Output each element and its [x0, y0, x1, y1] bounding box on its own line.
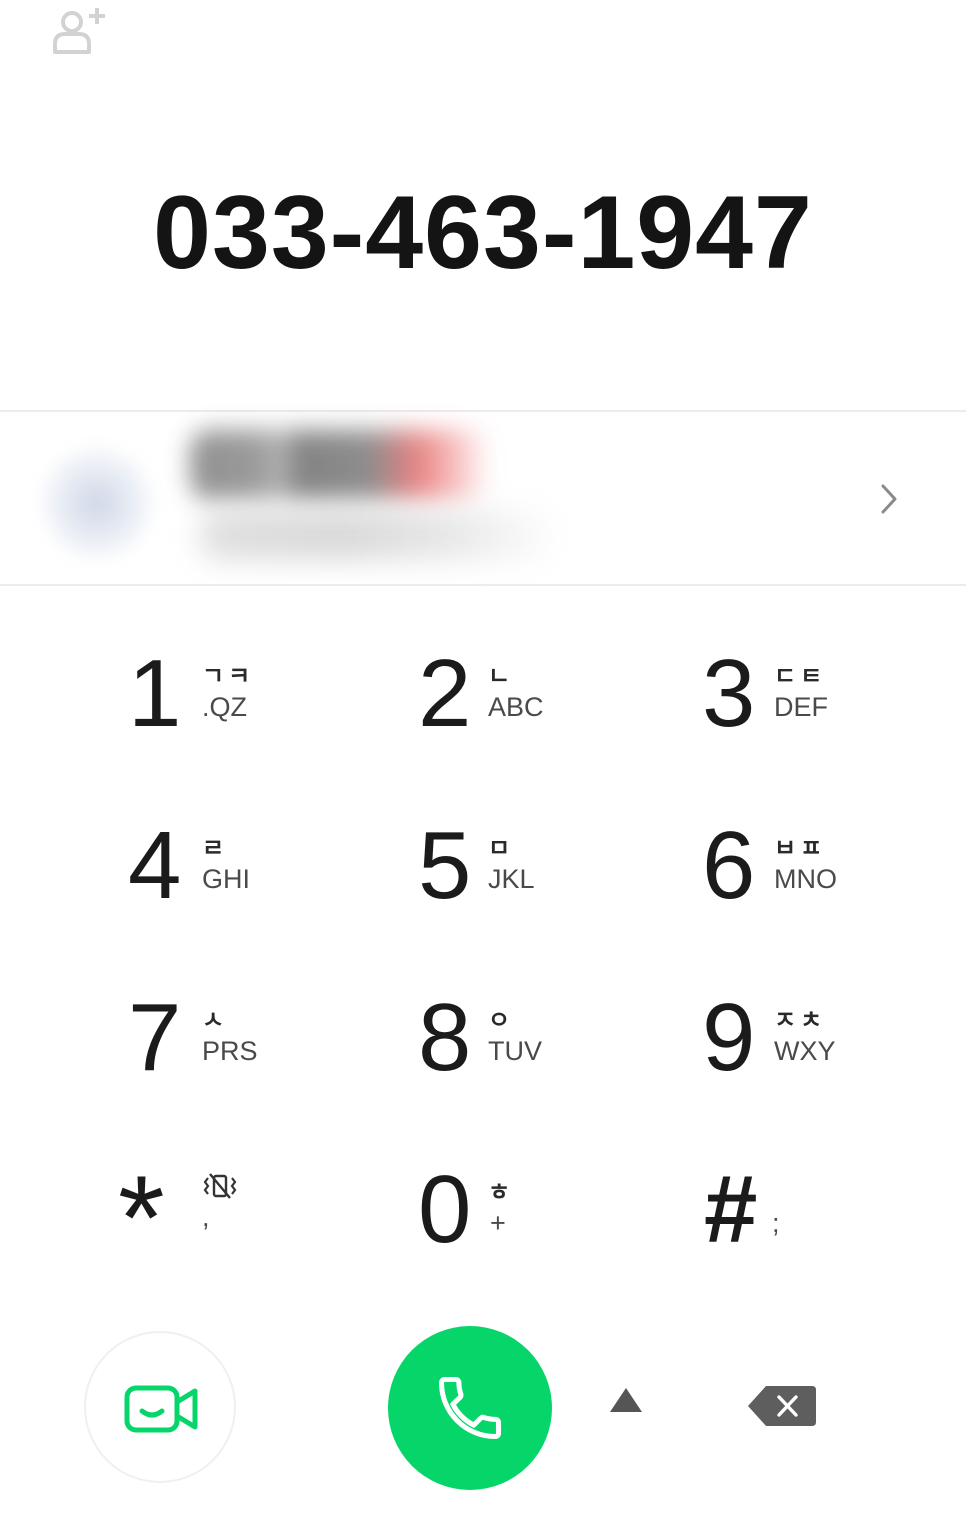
backspace-button[interactable]: [744, 1380, 820, 1434]
video-call-icon: [124, 1385, 198, 1433]
key-8[interactable]: 8 ㅇ TUV: [418, 990, 658, 1120]
chevron-right-icon: [881, 484, 897, 514]
video-call-button[interactable]: [84, 1331, 236, 1483]
key-letters: DEF: [774, 692, 828, 722]
add-contact-button[interactable]: [50, 4, 110, 58]
key-hash[interactable]: # ;: [704, 1162, 944, 1292]
key-digit: 7: [128, 984, 182, 1091]
key-korean: ㅁ: [488, 834, 515, 862]
key-1[interactable]: 1 ㄱㅋ .QZ: [128, 646, 368, 776]
suggestion-chevron[interactable]: [874, 482, 904, 516]
key-2[interactable]: 2 ㄴ ABC: [418, 646, 658, 776]
key-letters: MNO: [774, 864, 837, 894]
key-digit: 1: [128, 640, 182, 747]
key-9[interactable]: 9 ㅈㅊ WXY: [702, 990, 942, 1120]
key-0[interactable]: 0 ㅎ +: [418, 1162, 658, 1292]
key-digit: 5: [418, 812, 472, 919]
key-digit: *: [118, 1151, 165, 1285]
key-letters: .QZ: [202, 692, 247, 722]
divider: [0, 584, 966, 586]
key-6[interactable]: 6 ㅂㅍ MNO: [702, 818, 942, 948]
key-5[interactable]: 5 ㅁ JKL: [418, 818, 658, 948]
key-korean: ㄱㅋ: [202, 662, 255, 690]
key-letters: +: [490, 1208, 506, 1238]
key-letters: TUV: [488, 1036, 542, 1066]
dialer-screen: 033-463-1947 1 ㄱㅋ .QZ 2 ㄴ ABC 3 ㄷㅌ DEF 4…: [0, 0, 966, 1535]
key-letters: ;: [772, 1208, 780, 1238]
key-korean: ㄴ: [488, 662, 515, 690]
key-letters: ABC: [488, 692, 544, 722]
dialed-number: 033-463-1947: [153, 175, 813, 291]
key-7[interactable]: 7 ㅅ PRS: [128, 990, 368, 1120]
key-korean: ㅂㅍ: [774, 834, 827, 862]
key-digit: 9: [702, 984, 756, 1091]
expand-button[interactable]: [598, 1380, 654, 1424]
key-4[interactable]: 4 ㄹ GHI: [128, 818, 368, 948]
key-letters: GHI: [202, 864, 251, 894]
suggestion-name-blurred: [190, 430, 490, 500]
key-digit: 8: [418, 984, 472, 1091]
key-letters: ,: [202, 1202, 210, 1232]
key-digit: #: [704, 1156, 758, 1263]
key-3[interactable]: 3 ㄷㅌ DEF: [702, 646, 942, 776]
call-button[interactable]: [388, 1326, 552, 1490]
divider: [0, 410, 966, 412]
backspace-icon: [748, 1386, 816, 1426]
key-letters: JKL: [488, 864, 535, 894]
key-korean: ㅈㅊ: [774, 1006, 827, 1034]
key-digit: 3: [702, 640, 756, 747]
suggestion-avatar: [42, 448, 152, 558]
vibrate-off-icon: [203, 1173, 237, 1199]
key-korean: ㄷㅌ: [774, 662, 827, 690]
phone-icon: [438, 1376, 502, 1440]
key-letters: WXY: [774, 1036, 836, 1066]
triangle-up-icon: [610, 1388, 642, 1412]
key-korean: ㅅ: [202, 1006, 229, 1034]
key-digit: 2: [418, 640, 472, 747]
key-digit: 4: [128, 812, 182, 919]
key-star[interactable]: * ,: [118, 1158, 358, 1292]
suggestion-detail-blurred: [200, 510, 560, 560]
key-korean: ㅇ: [488, 1006, 515, 1034]
add-contact-icon: [53, 8, 105, 54]
key-digit: 0: [418, 1156, 472, 1263]
key-korean: ㅎ: [488, 1178, 515, 1206]
key-korean: ㄹ: [202, 834, 229, 862]
key-letters: PRS: [202, 1036, 258, 1066]
key-digit: 6: [702, 812, 756, 919]
